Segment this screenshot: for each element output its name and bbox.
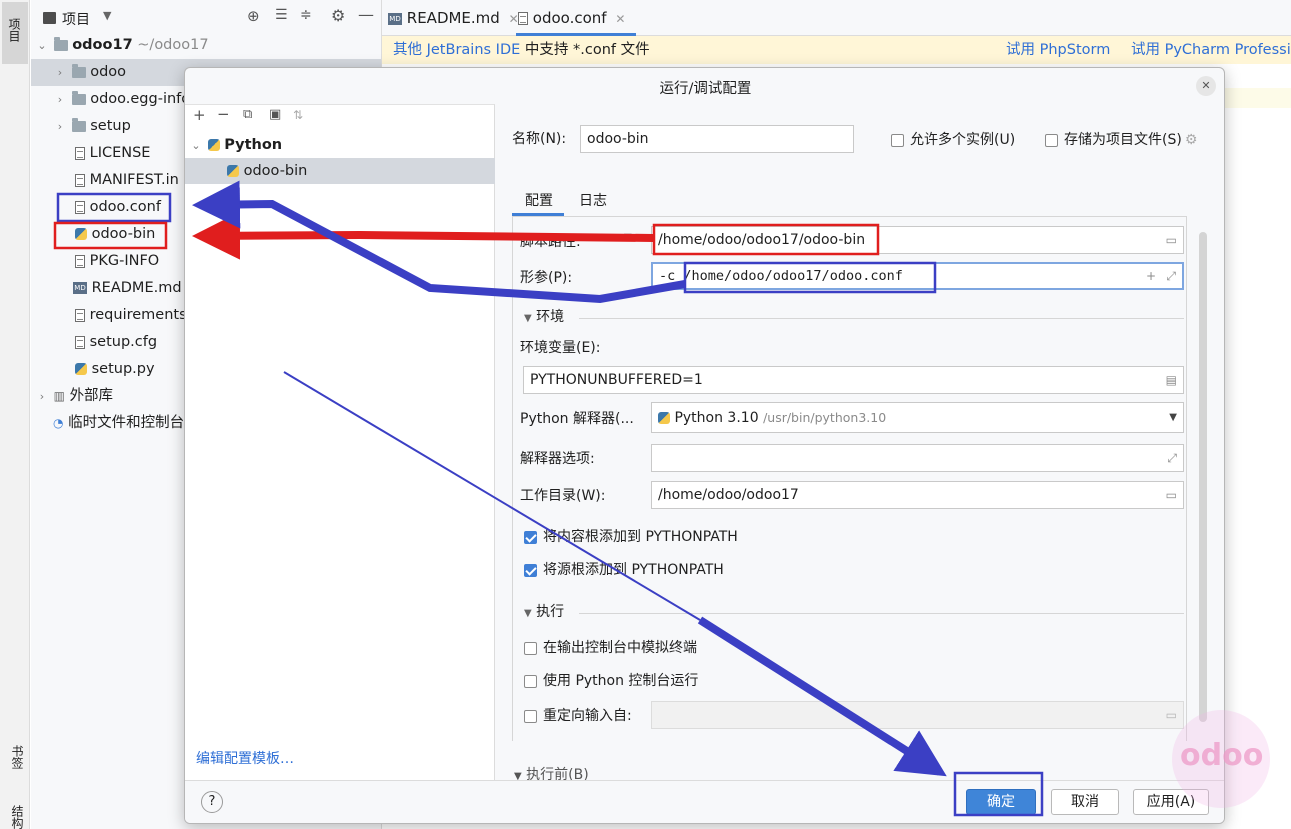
red-arrow bbox=[192, 211, 655, 260]
annotation-overlay bbox=[53, 180, 1044, 817]
blue-arrow-ok bbox=[697, 616, 947, 777]
highlight-params bbox=[683, 261, 937, 294]
highlight-odoo-conf bbox=[56, 192, 172, 223]
blue-arrow-conf bbox=[192, 180, 686, 304]
blue-arrow-ok-thin bbox=[283, 371, 701, 621]
highlight-odoo-bin bbox=[53, 221, 168, 250]
highlight-ok-button bbox=[953, 771, 1044, 817]
highlight-script-path bbox=[652, 223, 880, 256]
